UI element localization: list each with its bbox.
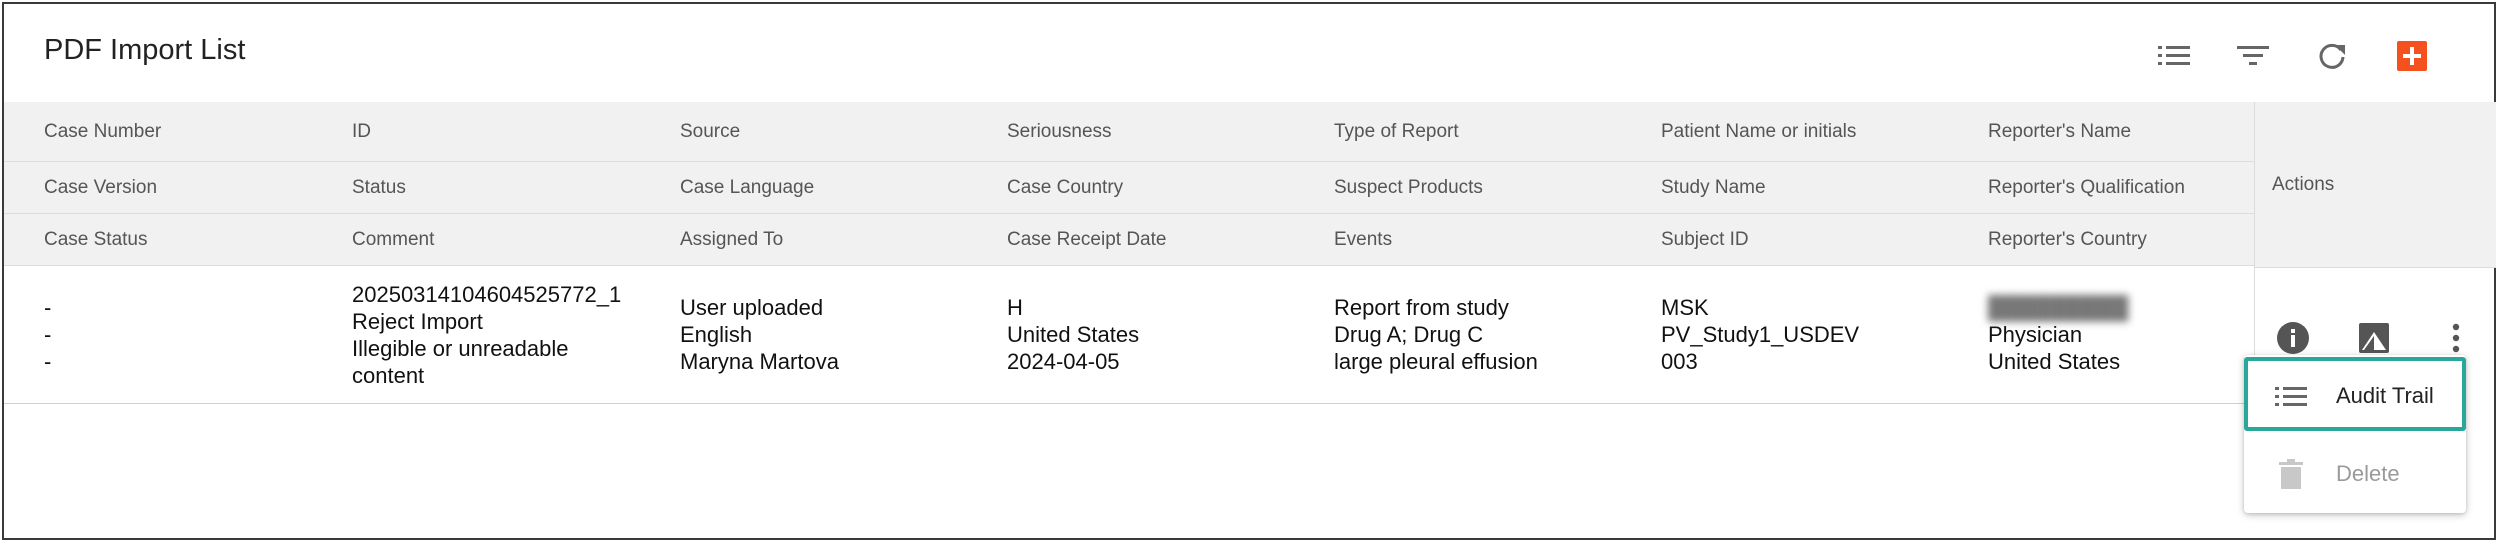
suspect-products-value: Drug A; Drug C <box>1334 322 1484 347</box>
cell-case: - - - <box>44 266 51 403</box>
table-row[interactable]: - - - 20250314104604525772_1 Reject Impo… <box>4 266 2254 404</box>
menu-item-delete[interactable]: Delete <box>2244 439 2466 509</box>
case-country-value: United States <box>1007 322 1140 347</box>
column-header[interactable]: Patient Name or initials <box>1661 102 1856 161</box>
report-type-value: Report from study <box>1334 295 1509 320</box>
case-number-value: - <box>44 295 52 320</box>
column-header[interactable]: ID <box>352 102 371 161</box>
trash-icon <box>2274 459 2308 489</box>
column-header[interactable]: Study Name <box>1661 162 1766 213</box>
seriousness-value: H <box>1007 295 1023 320</box>
comment-value-continued: content <box>352 362 425 388</box>
column-header[interactable]: Assigned To <box>680 214 783 265</box>
column-header[interactable]: Type of Report <box>1334 102 1459 161</box>
column-header[interactable]: Events <box>1334 214 1392 265</box>
status-value: Reject Import <box>352 308 483 334</box>
id-value: 20250314104604525772_1 <box>352 281 622 307</box>
column-header[interactable]: Seriousness <box>1007 102 1112 161</box>
source-value: User uploaded <box>680 295 824 320</box>
filter-button[interactable] <box>2233 36 2273 76</box>
add-button[interactable] <box>2392 36 2432 76</box>
case-version-value: - <box>44 322 52 347</box>
refresh-icon <box>2319 43 2345 69</box>
list-icon <box>2274 381 2308 411</box>
column-header[interactable]: Case Status <box>44 214 148 265</box>
column-header[interactable]: Status <box>352 162 406 213</box>
column-header[interactable]: Case Language <box>680 162 814 213</box>
column-header[interactable]: Suspect Products <box>1334 162 1483 213</box>
info-button[interactable] <box>2273 318 2313 358</box>
page-header: PDF Import List <box>4 4 2494 102</box>
column-header[interactable]: Case Number <box>44 102 161 161</box>
menu-item-label: Delete <box>2336 461 2400 486</box>
reporter-name-redacted: █████████ <box>1988 295 2129 320</box>
app-window: PDF Import List Case Number ID Source Se… <box>2 2 2496 540</box>
subject-id-value: 003 <box>1661 349 1698 374</box>
case-status-value: - <box>44 349 52 374</box>
cell-reporter: █████████ Physician United States <box>1988 266 2128 403</box>
cell-source: User uploaded English Maryna Martova <box>680 266 839 403</box>
events-value: large pleural effusion <box>1334 349 1538 374</box>
filter-icon <box>2237 46 2269 65</box>
column-header[interactable]: Case Country <box>1007 162 1123 213</box>
column-header[interactable]: Comment <box>352 214 434 265</box>
info-icon <box>2277 322 2309 354</box>
view-image-button[interactable] <box>2354 318 2394 358</box>
header-row-3: Case Status Comment Assigned To Case Rec… <box>4 214 2254 266</box>
study-name-value: PV_Study1_USDEV <box>1661 322 1860 347</box>
list-view-button[interactable] <box>2154 36 2194 76</box>
row-action-menu: Audit Trail Delete <box>2244 355 2466 513</box>
column-header[interactable]: Reporter's Country <box>1988 214 2147 265</box>
list-icon <box>2158 46 2190 65</box>
receipt-date-value: 2024-04-05 <box>1007 349 1120 374</box>
reporter-country-value: United States <box>1988 349 2121 374</box>
refresh-button[interactable] <box>2312 36 2352 76</box>
page-title: PDF Import List <box>44 34 246 66</box>
menu-item-audit-trail[interactable]: Audit Trail <box>2244 361 2466 431</box>
import-table: Case Number ID Source Seriousness Type o… <box>4 102 2254 404</box>
cell-id: 20250314104604525772_1 Reject Import Ill… <box>352 266 621 403</box>
cell-report-type: Report from study Drug A; Drug C large p… <box>1334 266 1538 403</box>
comment-value: Illegible or unreadable <box>352 335 569 361</box>
column-header[interactable]: Source <box>680 102 740 161</box>
cell-seriousness: H United States 2024-04-05 <box>1007 266 1139 403</box>
more-vert-icon <box>2452 323 2460 353</box>
column-header[interactable]: Reporter's Qualification <box>1988 162 2185 213</box>
image-icon <box>2359 323 2389 353</box>
column-header[interactable]: Subject ID <box>1661 214 1749 265</box>
patient-name-value: MSK <box>1661 295 1709 320</box>
column-header[interactable]: Case Version <box>44 162 157 213</box>
more-options-button[interactable] <box>2436 318 2476 358</box>
table-header: Case Number ID Source Seriousness Type o… <box>4 102 2254 266</box>
add-icon <box>2397 41 2427 71</box>
menu-item-label: Audit Trail <box>2336 383 2434 408</box>
cell-patient: MSK PV_Study1_USDEV 003 <box>1661 266 1859 403</box>
column-header[interactable]: Reporter's Name <box>1988 102 2131 161</box>
case-language-value: English <box>680 322 753 347</box>
column-header[interactable]: Case Receipt Date <box>1007 214 1166 265</box>
header-row-2: Case Version Status Case Language Case C… <box>4 162 2254 214</box>
reporter-qualification-value: Physician <box>1988 322 2083 347</box>
actions-header: Actions <box>2255 102 2496 268</box>
header-row-1: Case Number ID Source Seriousness Type o… <box>4 102 2254 162</box>
assigned-to-value: Maryna Martova <box>680 349 839 374</box>
